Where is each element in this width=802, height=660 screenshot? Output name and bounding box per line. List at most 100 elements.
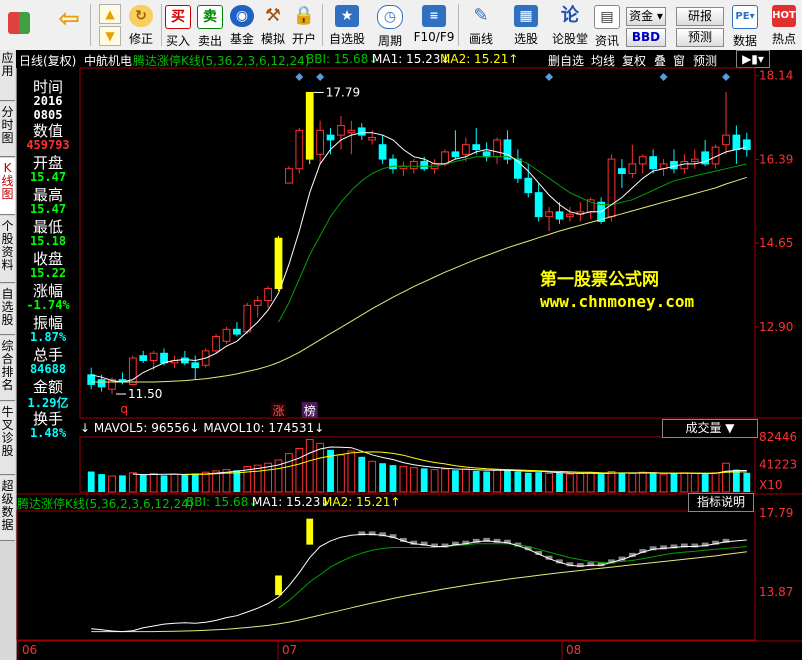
pen-icon: ✎ [473,5,489,26]
mavol5-line [132,446,747,476]
candle-body [389,158,397,170]
zijin-button[interactable]: 资金 ▾ [626,7,666,26]
hot-button[interactable]: HOT 热点 [768,2,800,48]
candle-body [638,156,647,165]
bbd-button[interactable]: BBD [626,28,666,47]
low-annotation: 11.50 [128,387,162,401]
watchlist-label: 自选股 [328,32,365,46]
tab-intraday[interactable]: 分时图 [0,102,15,157]
lower-gray-bar [556,559,563,564]
back-button[interactable]: ⇦ [54,2,84,48]
turnover-value: 1.48% [29,426,67,440]
simulate-button[interactable]: ⚒ 模拟 [259,2,287,48]
volume-indicator-dropdown[interactable]: 成交量 ▼ [662,419,758,438]
f10-button[interactable]: ≡ F10/F9 [412,2,456,48]
ma-button[interactable]: 均线 [591,52,615,69]
volume-bar [576,472,585,493]
candle-body [170,359,179,364]
lower-gray-bar [597,562,605,567]
lun-icon: 论 [561,5,579,26]
lower-gray-bar [420,541,428,546]
overlay-button[interactable]: 叠 [654,52,666,69]
volume-value: 84688 [29,362,67,376]
candle-body [97,379,106,388]
delete-watch-button[interactable]: 删自选 [548,52,584,69]
chart-info-bar: 日线(复权) 中航机电 腾达涨停K线(5,36,2,3,6,12,24) BBI… [16,50,802,68]
candle-body [295,129,304,170]
volume-bar [222,469,231,493]
sell-button[interactable]: 卖 卖出 [196,2,224,48]
volume-bar [160,475,168,492]
candle-body [482,151,491,158]
data-button[interactable]: PE▾ 数据 [728,2,762,48]
app-menu-button[interactable] [4,2,34,48]
ma-white-line [91,132,747,383]
window-button[interactable]: 窗 [673,52,685,69]
lower-gray-bar [608,559,615,564]
period-button[interactable]: ◷ 周期 [372,2,408,48]
refresh-button[interactable]: ↻ 修正 [126,2,156,48]
news-icon: ▤ [594,5,620,29]
signal-diamond [295,73,304,81]
candle-body [566,213,574,218]
hammer-icon: ⚒ [264,5,282,26]
forecast-button[interactable]: 预测 [676,28,724,47]
chart-frame: 18.14 16.39 14.65 12.90 06 07 08 [16,67,802,660]
lower-axis-label-bottom: 13.87 [759,585,793,599]
axis-label-0: 18.14 [759,69,793,83]
candle-body [87,374,96,385]
zijin-label: 资金 [629,9,654,23]
forum-button[interactable]: 论 论股堂 [550,2,590,48]
volume-bar [618,472,626,492]
lower-gray-bar [649,546,657,551]
volume-bar [139,474,147,492]
stock-screen-button[interactable]: ▦ 选股 [506,2,546,48]
axis-label-2: 14.65 [759,236,793,250]
tab-ranking[interactable]: 综合排名 [0,336,15,401]
research-button[interactable]: 研报 [676,7,724,26]
candle-body [742,139,751,151]
zhang-bg [270,402,287,418]
volume-bar [327,449,334,492]
lower-axis-label-top: 17.79 [759,506,793,520]
tab-kline[interactable]: K线图 [0,158,15,215]
watchlist-button[interactable]: ★ 自选股 [326,2,368,48]
side-tabs: 应用 分时图 K线图 个股资料 自选股 综合排名 牛叉诊股 超级数据 [0,50,17,660]
fund-button[interactable]: ◉ 基金 [228,2,256,48]
volume-bar [545,472,553,493]
candle-body [191,362,200,369]
buy-button[interactable]: 买 买入 [164,2,192,48]
scroll-up-button[interactable]: ▲ ▼ [96,2,122,48]
volume-bar [701,474,709,492]
panel-toggle-button[interactable]: ▶▮▾ [736,50,770,68]
forecast-toggle-button[interactable]: 预测 [693,52,717,69]
lower-gray-bar [618,556,626,561]
candle-body [420,160,429,170]
close-value: 15.22 [29,266,67,280]
lower-gray-bar [441,543,449,548]
open-account-button[interactable]: 🔒 开户 [290,2,318,48]
lower-indicator: 17.79 13.87 [91,506,793,633]
lower-bbi-value: BBI: 15.68↓ [186,495,259,509]
bang-marker: 榜 [304,403,316,418]
rights-adjust-button[interactable]: 复权 [622,52,646,69]
period-indicator[interactable]: 日线(复权) [19,52,76,69]
open-account-label: 开户 [291,32,316,46]
lower-gray-bar [368,531,376,536]
candle-body [472,144,481,151]
indicator-help-button[interactable]: 指标说明 [688,493,754,512]
windows-logo-icon [8,12,30,34]
news-button[interactable]: ▤ 资讯 [592,2,622,48]
tab-watchlist[interactable]: 自选股 [0,284,15,335]
tab-diagnosis[interactable]: 牛叉诊股 [0,402,15,475]
toolbar: ⇦ ▲ ▼ ↻ 修正 买 买入 卖 卖出 ◉ 基金 ⚒ 模拟 🔒 开户 ★ 自选… [0,0,802,51]
draw-line-button[interactable]: ✎ 画线 [462,2,500,48]
candle-body [378,144,387,160]
tab-super-data[interactable]: 超级数据 [0,476,15,541]
volume-bar [514,471,522,492]
tab-apps[interactable]: 应用 [0,50,15,101]
volume-bar [347,450,356,493]
tab-stock-profile[interactable]: 个股资料 [0,216,15,283]
lower-limit-bar [306,518,314,545]
candle-body [451,151,460,158]
